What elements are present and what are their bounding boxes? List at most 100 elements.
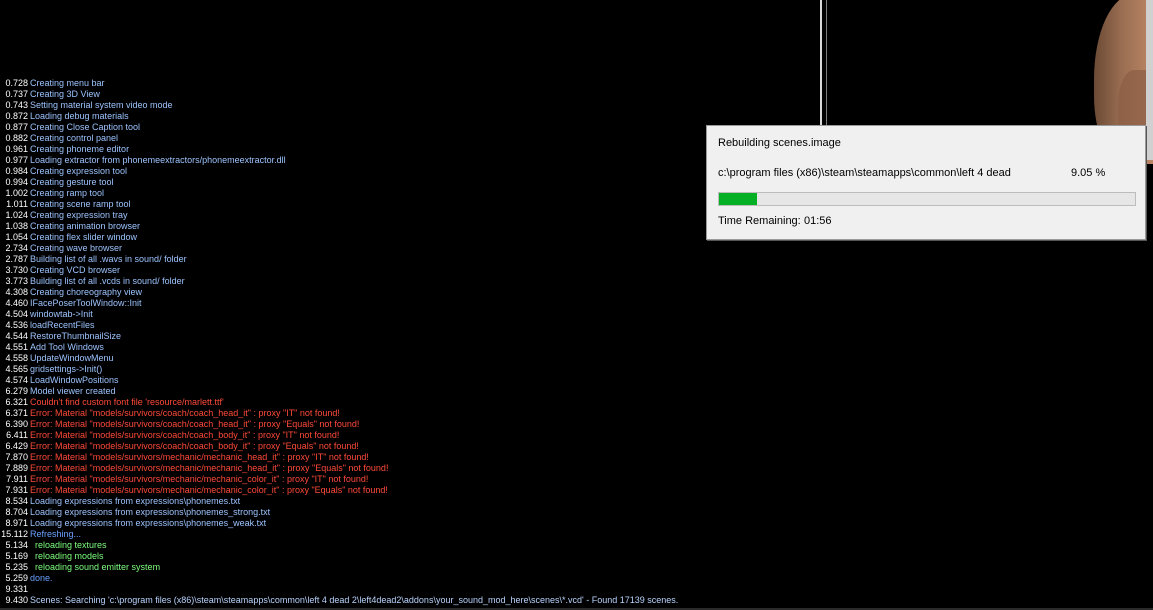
console-message: Creating VCD browser (30, 265, 121, 275)
console-timestamp: 6.371 (5, 408, 28, 418)
console-message: Error: Material "models/survivors/coach/… (30, 419, 360, 429)
console-timestamp: 4.551 (5, 342, 28, 352)
console-line: 6.321 Couldn't find custom font file 'res… (0, 397, 820, 408)
console-message: Creating expression tool (30, 166, 128, 176)
console-timestamp: 4.504 (5, 309, 28, 319)
console-line: 0.743 Setting material system video mode (0, 100, 820, 111)
console-line: 0.737 Creating 3D View (0, 89, 820, 100)
console-message: Error: Material "models/survivors/coach/… (30, 408, 340, 418)
viewport-divider-shadow (826, 0, 827, 125)
console-output: 0.728 Creating menu bar 0.737 Creating 3D V… (0, 78, 820, 606)
console-timestamp: 2.787 (5, 254, 28, 264)
console-line: 5.235 reloading sound emitter system (0, 562, 820, 573)
console-line: 7.911 Error: Material "models/survivors/m… (0, 474, 820, 485)
console-message: Creating expression tray (30, 210, 128, 220)
viewport-right-frame (1146, 0, 1153, 160)
dialog-title: Rebuilding scenes.image (718, 137, 841, 149)
console-timestamp: 4.574 (5, 375, 28, 385)
console-line: 4.565 gridsettings->Init() (0, 364, 820, 375)
console-line: 7.889 Error: Material "models/survivors/m… (0, 463, 820, 474)
console-timestamp: 0.728 (5, 78, 28, 88)
console-timestamp: 0.994 (5, 177, 28, 187)
console-message: Creating scene ramp tool (30, 199, 131, 209)
console-message: Creating flex slider window (30, 232, 138, 242)
console-message: UpdateWindowMenu (30, 353, 114, 363)
console-timestamp: 4.558 (5, 353, 28, 363)
console-timestamp: 4.565 (5, 364, 28, 374)
console-line: 2.734 Creating wave browser (0, 243, 820, 254)
console-timestamp: 9.331 (5, 584, 28, 594)
console-message: reloading models (30, 551, 104, 561)
console-message: Creating menu bar (30, 78, 105, 88)
console-message: Error: Material "models/survivors/coach/… (30, 430, 340, 440)
console-timestamp: 4.460 (5, 298, 28, 308)
console-timestamp: 0.877 (5, 122, 28, 132)
console-line: 1.054 Creating flex slider window (0, 232, 820, 243)
console-message: Creating Close Caption tool (30, 122, 141, 132)
console-line: 5.169 reloading models (0, 551, 820, 562)
console-message: Creating animation browser (30, 221, 141, 231)
progress-dialog: Rebuilding scenes.image c:\program files… (706, 125, 1146, 240)
console-line: 3.773 Building list of all .vcds in sound… (0, 276, 820, 287)
console-line: 1.011 Creating scene ramp tool (0, 199, 820, 210)
console-line: 4.551 Add Tool Windows (0, 342, 820, 353)
console-line: 0.882 Creating control panel (0, 133, 820, 144)
console-line: 0.961 Creating phoneme editor (0, 144, 820, 155)
console-timestamp: 15.112 (1, 529, 28, 539)
console-message: LoadWindowPositions (30, 375, 119, 385)
console-message: Creating control panel (30, 133, 119, 143)
console-line: 4.544 RestoreThumbnailSize (0, 331, 820, 342)
console-message: Error: Material "models/survivors/mechan… (30, 485, 388, 495)
console-timestamp: 1.024 (5, 210, 28, 220)
console-timestamp: 5.169 (5, 551, 28, 561)
console-message: Refreshing... (30, 529, 82, 539)
console-line: 0.877 Creating Close Caption tool (0, 122, 820, 133)
console-timestamp: 4.536 (5, 320, 28, 330)
viewport-divider (820, 0, 822, 125)
console-timestamp: 7.931 (5, 485, 28, 495)
console-line: 5.259 done. (0, 573, 820, 584)
console-timestamp: 9.430 (5, 595, 28, 605)
console-line: 4.558 UpdateWindowMenu (0, 353, 820, 364)
console-line: 4.536 loadRecentFiles (0, 320, 820, 331)
console-timestamp: 1.002 (5, 188, 28, 198)
console-message: Creating 3D View (30, 89, 100, 99)
console-timestamp: 7.889 (5, 463, 28, 473)
console-message (28, 584, 30, 595)
console-timestamp: 1.011 (6, 199, 28, 209)
console-timestamp: 4.544 (5, 331, 28, 341)
console-line: 6.411 Error: Material "models/survivors/c… (0, 430, 820, 441)
console-line: 1.038 Creating animation browser (0, 221, 820, 232)
console-line: 7.931 Error: Material "models/survivors/m… (0, 485, 820, 496)
console-line: 4.504 windowtab->Init (0, 309, 820, 320)
console-line: 8.704 Loading expressions from expression… (0, 507, 820, 518)
console-line: 5.134 reloading textures (0, 540, 820, 551)
console-timestamp: 6.321 (5, 397, 28, 407)
console-line: 9.430 Scenes: Searching 'c:\program files… (0, 595, 820, 606)
console-timestamp: 7.870 (5, 452, 28, 462)
console-timestamp: 0.961 (5, 144, 28, 154)
console-timestamp: 0.743 (5, 100, 28, 110)
console-message: Add Tool Windows (30, 342, 104, 352)
console-message: IFacePoserToolWindow::Init (30, 298, 142, 308)
console-line: 0.977 Loading extractor from phonemeextra… (0, 155, 820, 166)
console-message: Building list of all .wavs in sound/ fol… (30, 254, 187, 264)
console-message: Creating gesture tool (30, 177, 114, 187)
console-message: Couldn't find custom font file 'resource… (30, 397, 224, 407)
dialog-path: c:\program files (x86)\steam\steamapps\c… (718, 167, 1011, 179)
console-message: windowtab->Init (30, 309, 93, 319)
console-timestamp: 5.259 (5, 573, 28, 583)
console-message: loadRecentFiles (30, 320, 95, 330)
console-timestamp: 5.235 (5, 562, 28, 572)
console-message: Model viewer created (30, 386, 116, 396)
console-line: 7.870 Error: Material "models/survivors/m… (0, 452, 820, 463)
console-message: reloading textures (30, 540, 107, 550)
console-timestamp: 3.730 (5, 265, 28, 275)
console-message: Creating phoneme editor (30, 144, 130, 154)
progress-percent: 9.05 % (1071, 167, 1106, 179)
console-line: 15.112 Refreshing... (0, 529, 820, 540)
console-message: gridsettings->Init() (30, 364, 103, 374)
console-line: 9.331 (0, 584, 820, 595)
console-line: 0.984 Creating expression tool (0, 166, 820, 177)
console-line: 6.371 Error: Material "models/survivors/c… (0, 408, 820, 419)
